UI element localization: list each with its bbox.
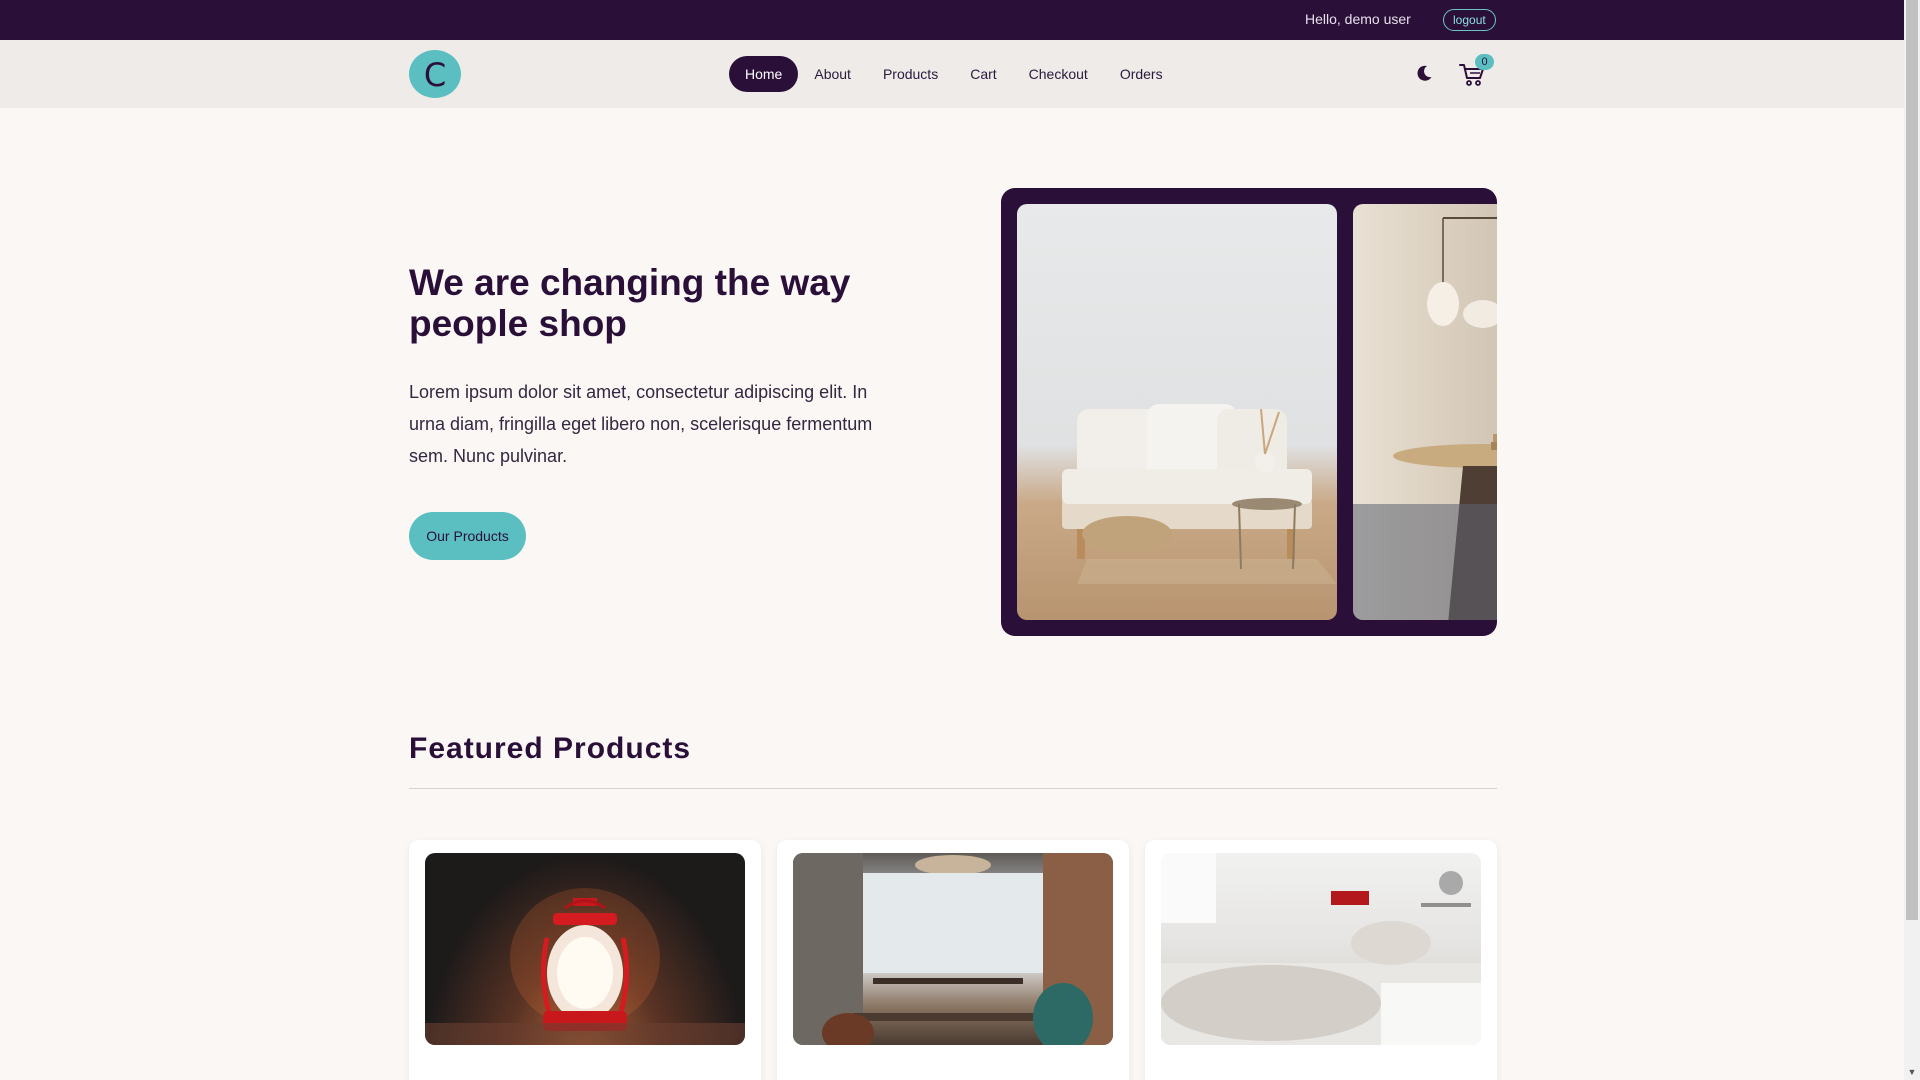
product-image-lantern bbox=[425, 853, 745, 1045]
hero-carousel[interactable] bbox=[1001, 188, 1497, 636]
nav-link-about[interactable]: About bbox=[798, 56, 867, 92]
carousel-image-sofa bbox=[1017, 204, 1337, 620]
nav-link-cart[interactable]: Cart bbox=[954, 56, 1012, 92]
our-products-button[interactable]: Our Products bbox=[409, 512, 526, 560]
nav-link-home[interactable]: Home bbox=[729, 56, 799, 92]
section-divider bbox=[409, 788, 1497, 789]
product-image-cafe bbox=[793, 853, 1113, 1045]
nav-link-orders[interactable]: Orders bbox=[1104, 56, 1179, 92]
moon-icon[interactable] bbox=[1414, 63, 1434, 83]
nav-link-checkout[interactable]: Checkout bbox=[1013, 56, 1104, 92]
product-card[interactable] bbox=[1145, 840, 1497, 1080]
featured-products-title: Featured Products bbox=[409, 732, 692, 765]
hero-description: Lorem ipsum dolor sit amet, consectetur … bbox=[409, 382, 873, 466]
logout-button[interactable]: logout bbox=[1443, 9, 1496, 31]
carousel-image-interior bbox=[1353, 204, 1497, 620]
scroll-down-arrow-icon[interactable]: ▼ bbox=[1906, 1066, 1918, 1078]
product-image-bedroom bbox=[1161, 853, 1481, 1045]
scrollbar-thumb[interactable] bbox=[1906, 0, 1918, 920]
cart-count-badge: 0 bbox=[1475, 54, 1494, 70]
top-bar: Hello, demo user logout bbox=[0, 0, 1904, 40]
nav-link-products[interactable]: Products bbox=[867, 56, 954, 92]
nav-links: Home About Products Cart Checkout Orders bbox=[729, 56, 1179, 92]
product-card[interactable] bbox=[777, 840, 1129, 1080]
product-card[interactable] bbox=[409, 840, 761, 1080]
logo[interactable]: C bbox=[409, 50, 461, 98]
hero-title: We are changing the way people shop bbox=[409, 262, 851, 344]
greeting-text: Hello, demo user bbox=[1305, 11, 1411, 27]
